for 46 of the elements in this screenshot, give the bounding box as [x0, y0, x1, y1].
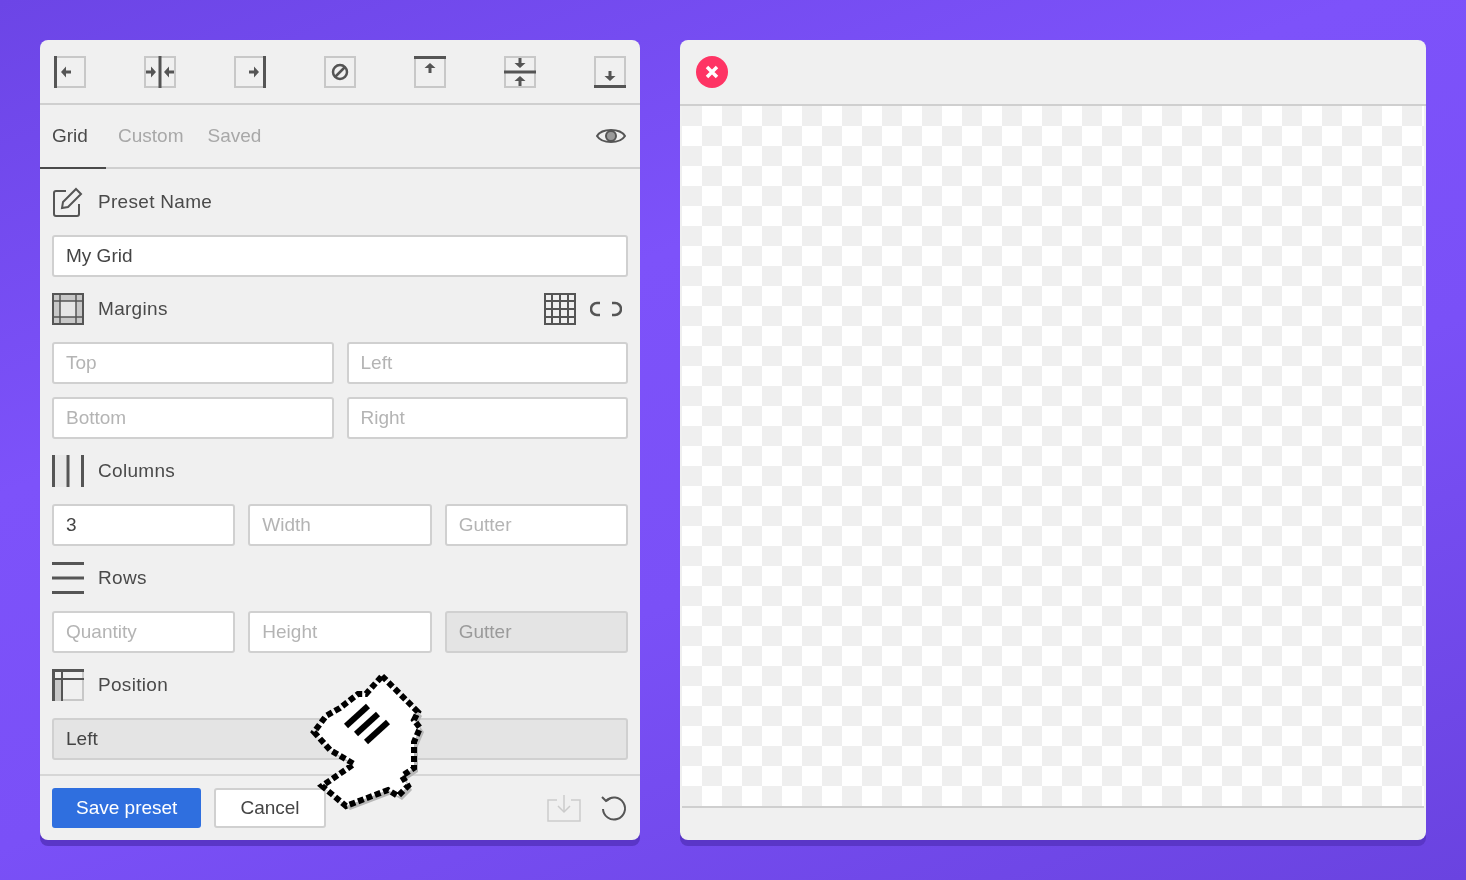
align-left-icon — [54, 55, 86, 88]
align-bottom-button[interactable] — [594, 55, 626, 88]
input-field[interactable]: Left — [346, 342, 628, 384]
reset-icon — [600, 794, 628, 822]
align-top-icon — [414, 55, 446, 88]
input-field[interactable]: Height — [248, 611, 432, 653]
align-middle-button[interactable] — [504, 55, 536, 88]
input-field[interactable]: Top — [52, 342, 334, 384]
align-right-button[interactable] — [234, 55, 266, 88]
section-heading: Rows — [98, 567, 147, 589]
pencil-square-icon — [52, 186, 84, 218]
download-icon — [547, 794, 581, 822]
section-heading: Margins — [98, 298, 168, 320]
close-icon — [705, 65, 719, 79]
grid-icon — [544, 293, 576, 325]
input-field[interactable]: My Grid — [52, 235, 628, 277]
link-toggle-button[interactable] — [590, 301, 622, 317]
align-left-button[interactable] — [54, 55, 86, 88]
align-top-button[interactable] — [414, 55, 446, 88]
align-center-button[interactable] — [144, 55, 176, 88]
reset-button[interactable] — [600, 794, 628, 822]
no-symbol-icon — [324, 55, 356, 88]
input-field[interactable]: Right — [346, 397, 628, 439]
input-field[interactable]: Bottom — [52, 397, 334, 439]
columns-icon — [52, 455, 84, 487]
unlink-icon — [590, 301, 622, 317]
input-field[interactable]: Width — [248, 504, 432, 546]
section-heading: Position — [98, 674, 168, 696]
layout-icon — [52, 669, 84, 701]
close-button[interactable] — [696, 56, 728, 88]
section-heading: Preset Name — [98, 191, 213, 213]
input-field[interactable]: Quantity — [52, 611, 236, 653]
cancel-button[interactable]: Cancel — [214, 788, 326, 828]
grid-frame-icon — [52, 293, 84, 325]
align-middle-icon — [504, 55, 536, 88]
tab[interactable]: Grid — [40, 105, 106, 169]
align-right-icon — [234, 55, 266, 88]
grid-toggle-button[interactable] — [544, 293, 576, 325]
rows-icon — [52, 562, 84, 594]
no-symbol-button[interactable] — [324, 55, 356, 88]
input-field[interactable]: 3 — [52, 504, 236, 546]
save-preset-button[interactable]: Save preset — [52, 788, 202, 828]
input-field[interactable]: Gutter — [444, 504, 628, 546]
align-bottom-icon — [594, 55, 626, 88]
section-heading: Columns — [98, 460, 176, 482]
align-center-icon — [144, 55, 176, 88]
